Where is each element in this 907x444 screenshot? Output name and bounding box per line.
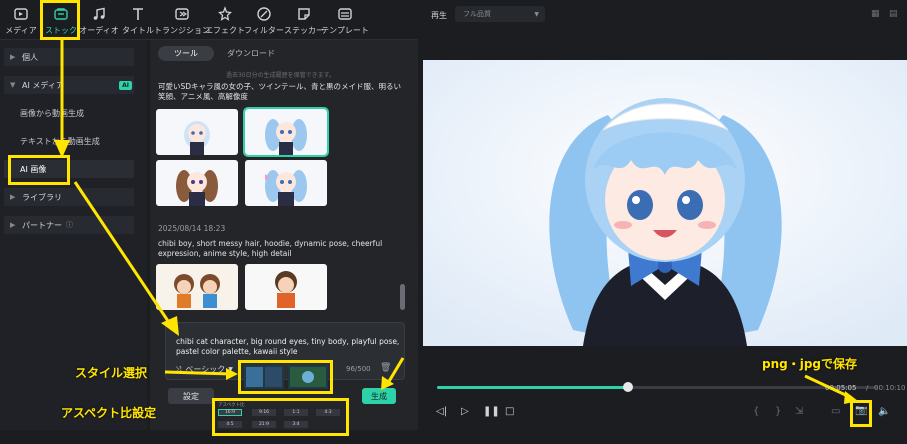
annotation-save-format: png・jpgで保存 xyxy=(762,357,858,371)
annotation-highlight-style xyxy=(238,360,333,394)
annotation-highlight-ai-image xyxy=(8,155,70,185)
annotation-highlight-snapshot xyxy=(850,400,872,427)
annotation-style-select: スタイル選択 xyxy=(75,366,148,380)
annotation-highlight-aspect xyxy=(212,398,349,436)
annotation-aspect-setting: アスペクト比設定 xyxy=(61,406,157,420)
app-window: メディア ストック オーディオ タイトル トランジション エフェクト フィルター xyxy=(0,0,907,444)
